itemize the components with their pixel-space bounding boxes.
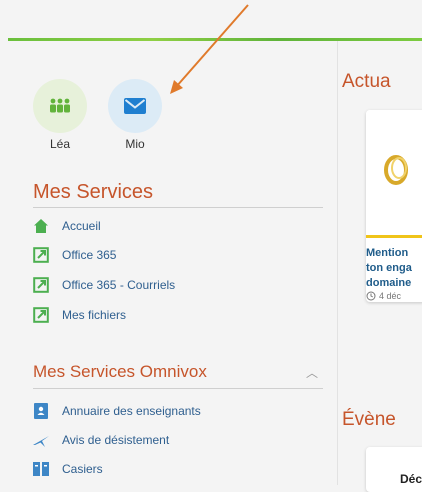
annotation-arrow [170, 4, 249, 94]
